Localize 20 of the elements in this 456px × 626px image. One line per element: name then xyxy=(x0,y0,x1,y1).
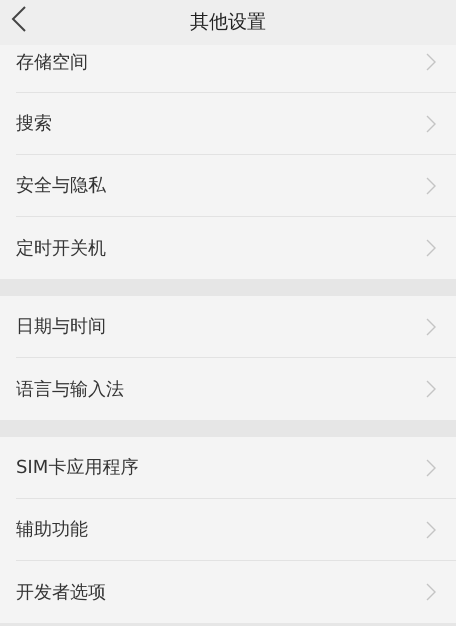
chevron-right-icon xyxy=(426,380,436,398)
settings-item[interactable]: 日期与时间 xyxy=(16,296,456,358)
settings-item[interactable]: 辅助功能 xyxy=(16,499,456,561)
chevron-right-icon xyxy=(426,318,436,336)
chevron-right-icon xyxy=(426,53,436,71)
chevron-right-icon xyxy=(426,520,436,538)
settings-item[interactable]: 存储空间 xyxy=(16,45,456,93)
chevron-right-icon xyxy=(426,458,436,476)
settings-item[interactable]: 搜索 xyxy=(16,93,456,155)
settings-item[interactable]: SIM卡应用程序 xyxy=(16,437,456,499)
settings-item[interactable]: 定时开关机 xyxy=(0,217,456,279)
chevron-right-icon xyxy=(426,176,436,194)
chevron-right-icon xyxy=(426,114,436,132)
back-button[interactable] xyxy=(10,4,28,34)
settings-item[interactable]: 安全与隐私 xyxy=(16,155,456,217)
settings-item[interactable]: 语言与输入法 xyxy=(0,358,456,420)
chevron-right-icon xyxy=(426,583,436,601)
screen-title: 其他设置 xyxy=(190,10,266,36)
chevron-right-icon xyxy=(426,239,436,257)
settings-item[interactable]: 开发者选项 xyxy=(0,561,456,623)
